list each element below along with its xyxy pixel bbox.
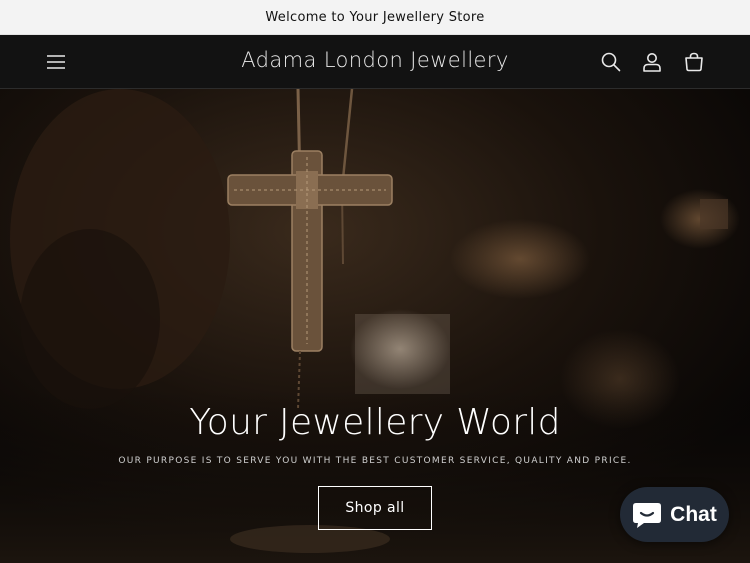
- search-button[interactable]: [597, 48, 625, 76]
- hero-subtitle: OUR PURPOSE IS TO SERVE YOU WITH THE BES…: [118, 456, 632, 466]
- account-icon: [643, 53, 661, 72]
- cart-icon: [685, 52, 703, 72]
- search-icon: [601, 52, 621, 72]
- site-header: Adama London Jewellery: [0, 35, 750, 89]
- announcement-text: Welcome to Your Jewellery Store: [265, 9, 485, 25]
- chat-button[interactable]: Chat: [620, 487, 729, 542]
- cart-button[interactable]: [680, 48, 708, 76]
- hero-title: Your Jewellery World: [189, 402, 561, 443]
- chat-bubble-icon: [633, 502, 662, 528]
- account-button[interactable]: [638, 48, 666, 76]
- announcement-bar: Welcome to Your Jewellery Store: [0, 0, 750, 35]
- shop-all-button[interactable]: Shop all: [318, 486, 432, 530]
- chat-label: Chat: [670, 502, 717, 526]
